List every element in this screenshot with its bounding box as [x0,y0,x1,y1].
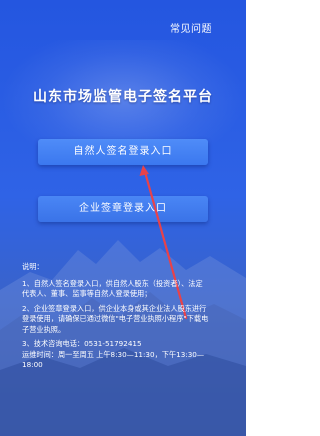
notes-heading: 说明： [22,262,44,271]
note-text: 2、企业签章登录入口，供企业本身或其企业法人股东进行 [22,303,207,313]
faq-link[interactable]: 常见问题 [170,20,212,35]
note-item-personal: 1、自然人签名登录入口，供自然人股东（投资者）、法定 代表人、董事、监事等自然人… [22,279,232,300]
page-title: 山东市场监管电子签名平台 [33,89,213,105]
instructions-panel: 说明： 1、自然人签名登录入口，供自然人股东（投资者）、法定 代表人、董事、监事… [22,262,232,375]
service-hours: 18:00 [22,360,43,369]
note-item-enterprise: 2、企业签章登录入口，供企业本身或其企业法人股东进行 登录使用，请确保已通过微信… [22,304,232,336]
note-text: 1、自然人签名登录入口，供自然人股东（投资者）、法定 [22,278,203,288]
note-item-support: 3、技术咨询电话：0531-51792415 运维时间：周一至周五 上午8:30… [22,339,232,371]
note-text: 代表人、董事、监事等自然人登录使用； [22,289,152,298]
note-text: 登录使用，请确保已通过微信"电子营业执照小程序"下载电 [22,314,209,323]
app-screen: 常见问题 山东市场监管电子签名平台 自然人签名登录入口 企业签章登录入口 说明：… [0,0,246,436]
service-hours: 运维时间：周一至周五 上午8:30—11:30，下午13:30— [22,349,205,359]
note-text: 子营业执照。 [22,324,66,334]
enterprise-seal-login-button[interactable]: 企业签章登录入口 [38,196,208,222]
support-phone: 3、技术咨询电话：0531-51792415 [22,339,142,348]
personal-signature-login-button[interactable]: 自然人签名登录入口 [38,139,208,165]
